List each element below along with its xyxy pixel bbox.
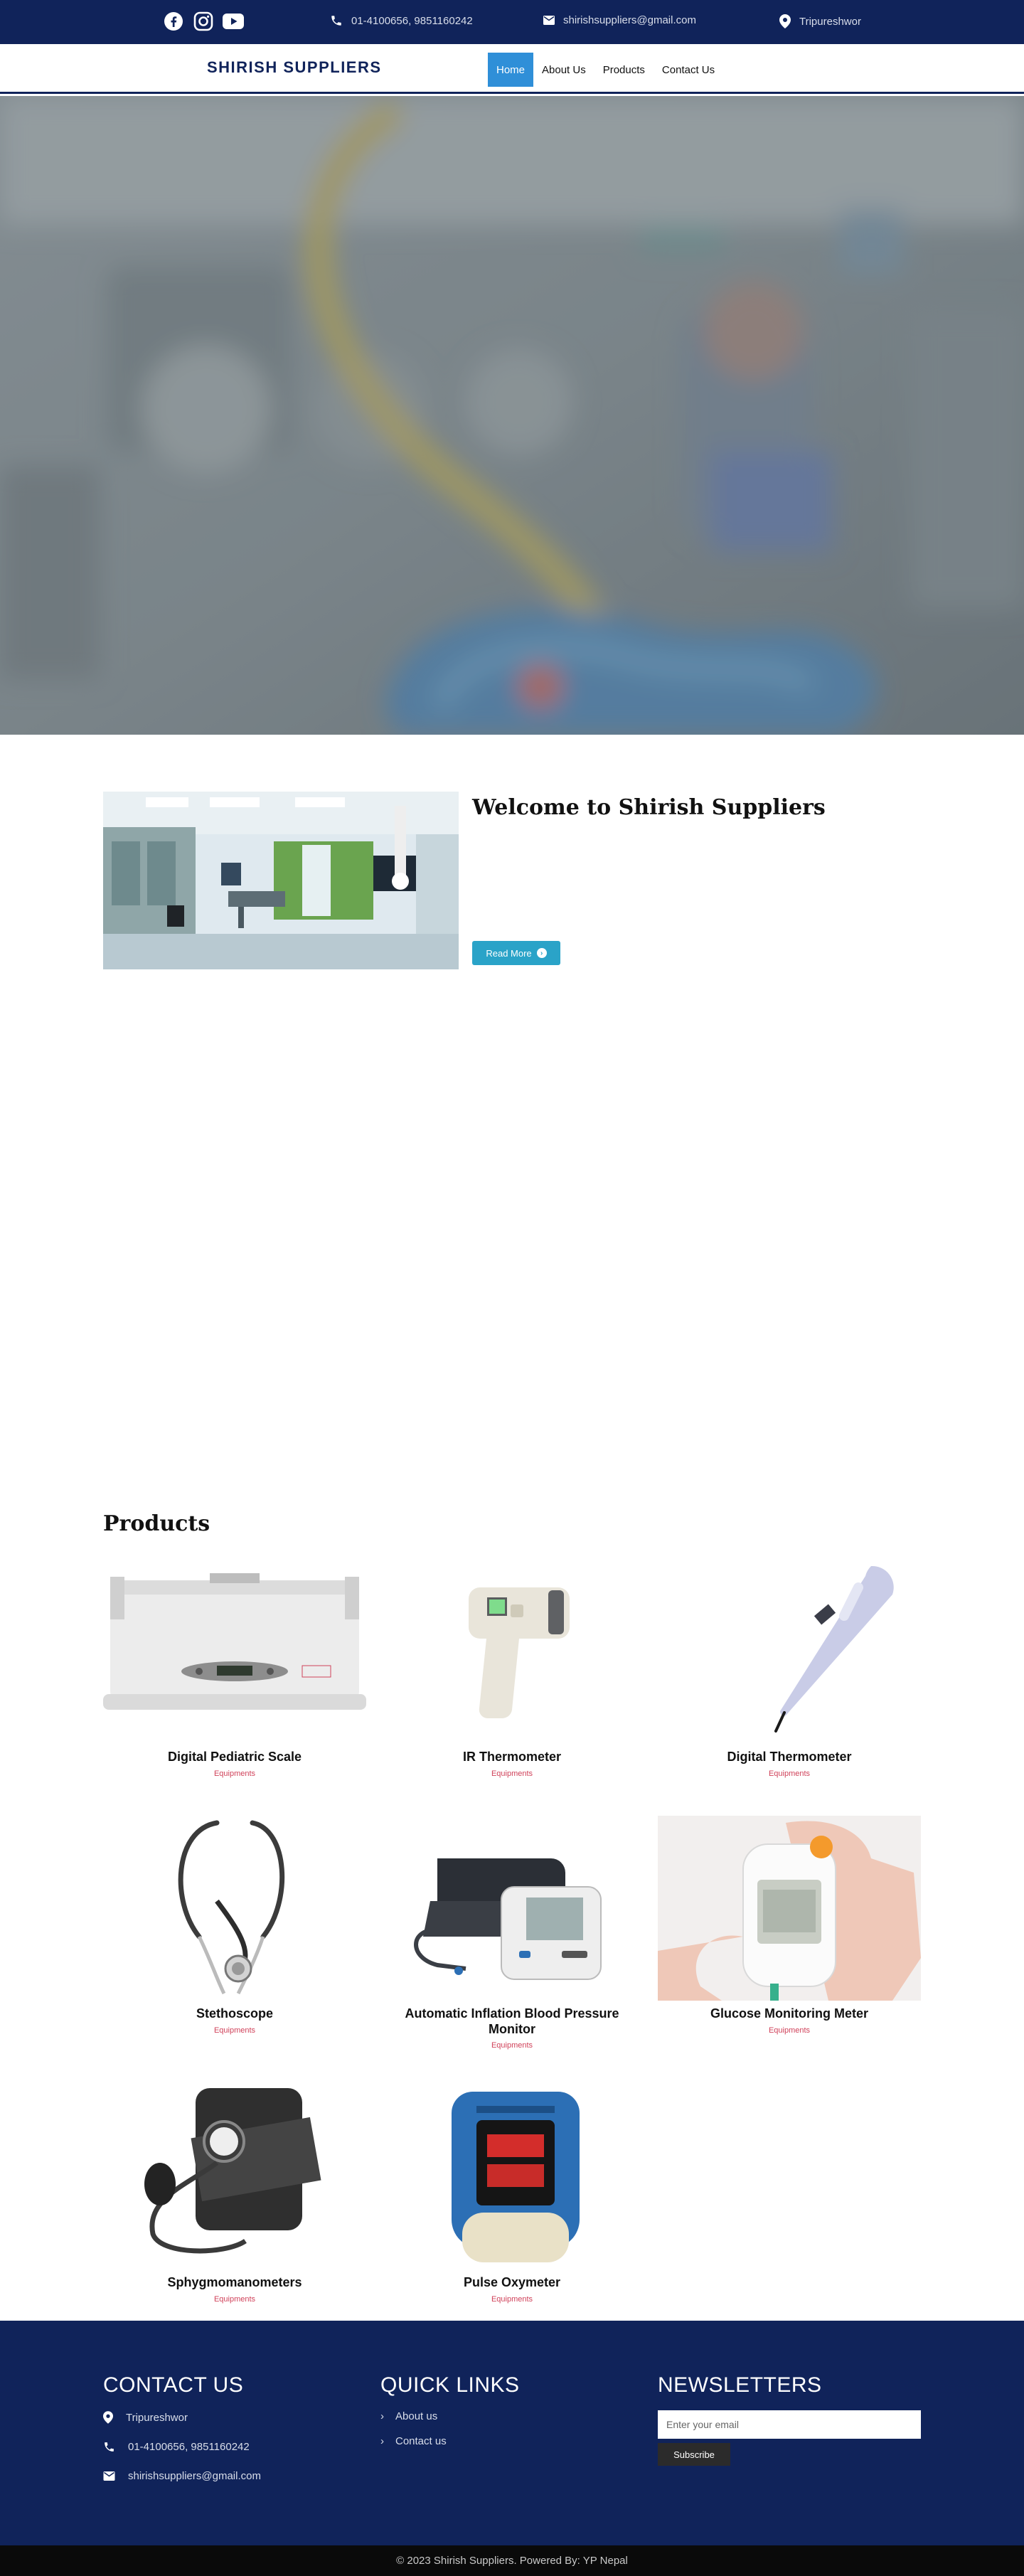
phone-icon: [331, 16, 341, 26]
footer-link-contact-us[interactable]: › Contact us: [380, 2435, 520, 2447]
product-category[interactable]: Equipments: [103, 1769, 366, 1778]
chevron-right-icon: ›: [380, 2410, 384, 2422]
newsletter-email-input[interactable]: [658, 2410, 921, 2439]
instagram-icon[interactable]: [192, 10, 215, 33]
topbar-email[interactable]: shirishsuppliers@gmail.com: [543, 14, 696, 26]
welcome-title: Welcome to Shirish Suppliers: [472, 795, 826, 820]
topbar-phone[interactable]: 01-4100656, 9851160242: [330, 14, 473, 27]
product-image-ir-thermometer[interactable]: [380, 1559, 644, 1744]
product-image-digital-thermometer[interactable]: [658, 1559, 921, 1744]
welcome-image: [103, 792, 459, 969]
product-image-pulse-oximeter[interactable]: [380, 2085, 644, 2269]
product-image-sphygmomanometer[interactable]: [103, 2085, 366, 2269]
product-card[interactable]: Stethoscope Equipments: [103, 1816, 366, 2035]
phone-icon: [105, 2442, 114, 2452]
footer-newsletter: NEWSLETTERS Subscribe: [658, 2373, 921, 2466]
product-name[interactable]: Stethoscope: [103, 2006, 366, 2022]
footer-links-title: QUICK LINKS: [380, 2373, 520, 2397]
footer-phone-text: 01-4100656, 9851160242: [128, 2440, 250, 2453]
topbar-location: Tripureshwor: [779, 14, 861, 28]
footer-link-label: Contact us: [395, 2435, 447, 2447]
product-image-glucose-meter[interactable]: [658, 1816, 921, 2001]
facebook-icon[interactable]: [162, 10, 185, 33]
site-footer: CONTACT US Tripureshwor 01-4100656, 9851…: [0, 2321, 1024, 2545]
footer-contact: CONTACT US Tripureshwor 01-4100656, 9851…: [103, 2373, 261, 2498]
envelope-icon: [103, 2471, 115, 2481]
footer-link-about-us[interactable]: › About us: [380, 2410, 520, 2422]
footer-quick-links: QUICK LINKS › About us › Contact us: [380, 2373, 520, 2460]
main-navigation: SHIRISH SUPPLIERS Home About Us Products…: [0, 44, 1024, 94]
read-more-button[interactable]: Read More ›: [472, 941, 560, 965]
nav-item-home[interactable]: Home: [488, 53, 534, 87]
topbar-location-text: Tripureshwor: [799, 15, 861, 28]
product-name[interactable]: Sphygmomanometers: [103, 2275, 366, 2291]
product-category[interactable]: Equipments: [103, 2026, 366, 2035]
nav-item-contact-us[interactable]: Contact Us: [654, 53, 723, 87]
social-links: [162, 10, 245, 33]
product-card[interactable]: IR Thermometer Equipments: [380, 1559, 644, 1778]
product-category[interactable]: Equipments: [658, 1769, 921, 1778]
product-category[interactable]: Equipments: [103, 2295, 366, 2304]
topbar-phone-text: 01-4100656, 9851160242: [351, 14, 473, 27]
nav-item-about-us[interactable]: About Us: [533, 53, 594, 87]
product-category[interactable]: Equipments: [658, 2026, 921, 2035]
product-category[interactable]: Equipments: [380, 2295, 644, 2304]
product-category[interactable]: Equipments: [380, 1769, 644, 1778]
footer-location-text: Tripureshwor: [126, 2411, 188, 2424]
product-card[interactable]: Digital Pediatric Scale Equipments: [103, 1559, 366, 1778]
product-name[interactable]: Digital Pediatric Scale: [103, 1750, 366, 1765]
product-name[interactable]: Pulse Oxymeter: [380, 2275, 644, 2291]
footer-newsletter-title: NEWSLETTERS: [658, 2373, 822, 2397]
nav-item-products[interactable]: Products: [594, 53, 654, 87]
read-more-label: Read More: [486, 947, 532, 959]
product-name[interactable]: IR Thermometer: [380, 1750, 644, 1765]
footer-email-text: shirishsuppliers@gmail.com: [128, 2469, 261, 2482]
product-card[interactable]: Automatic Inflation Blood Pressure Monit…: [380, 1816, 644, 2050]
chevron-right-icon: ›: [380, 2435, 384, 2447]
map-marker-icon: [779, 14, 791, 28]
product-category[interactable]: Equipments: [380, 2041, 644, 2050]
footer-link-label: About us: [395, 2410, 438, 2422]
footer-contact-title: CONTACT US: [103, 2373, 244, 2397]
product-card[interactable]: Glucose Monitoring Meter Equipments: [658, 1816, 921, 2035]
hero-banner: [0, 96, 1024, 735]
youtube-icon[interactable]: [222, 10, 245, 33]
hero-overlay: [0, 96, 1024, 735]
product-image-blood-pressure-monitor[interactable]: [380, 1816, 644, 2001]
footer-phone[interactable]: 01-4100656, 9851160242: [103, 2439, 261, 2454]
arrow-right-icon: ›: [536, 948, 547, 958]
product-image-stethoscope[interactable]: [103, 1816, 366, 2001]
product-name[interactable]: Digital Thermometer: [658, 1750, 921, 1765]
map-marker-icon: [103, 2411, 113, 2424]
topbar-email-text: shirishsuppliers@gmail.com: [563, 14, 696, 26]
product-name[interactable]: Glucose Monitoring Meter: [658, 2006, 921, 2022]
footer-email[interactable]: shirishsuppliers@gmail.com: [103, 2469, 261, 2483]
footer-location: Tripureshwor: [103, 2410, 261, 2425]
top-bar: 01-4100656, 9851160242 shirishsuppliers@…: [0, 0, 1024, 44]
copyright-text: © 2023 Shirish Suppliers. Powered By: YP…: [396, 2555, 628, 2567]
product-card[interactable]: Digital Thermometer Equipments: [658, 1559, 921, 1778]
product-card[interactable]: Sphygmomanometers Equipments: [103, 2085, 366, 2304]
subscribe-button[interactable]: Subscribe: [658, 2443, 730, 2466]
envelope-icon: [543, 16, 555, 25]
site-brand[interactable]: SHIRISH SUPPLIERS: [207, 58, 382, 77]
products-title: Products: [103, 1511, 210, 1536]
product-card[interactable]: Pulse Oxymeter Equipments: [380, 2085, 644, 2304]
nav-menu: Home About Us Products Contact Us: [488, 53, 723, 87]
copyright-bar: © 2023 Shirish Suppliers. Powered By: YP…: [0, 2545, 1024, 2576]
product-image-digital-pediatric-scale[interactable]: [103, 1559, 366, 1744]
product-name[interactable]: Automatic Inflation Blood Pressure Monit…: [380, 2006, 644, 2037]
